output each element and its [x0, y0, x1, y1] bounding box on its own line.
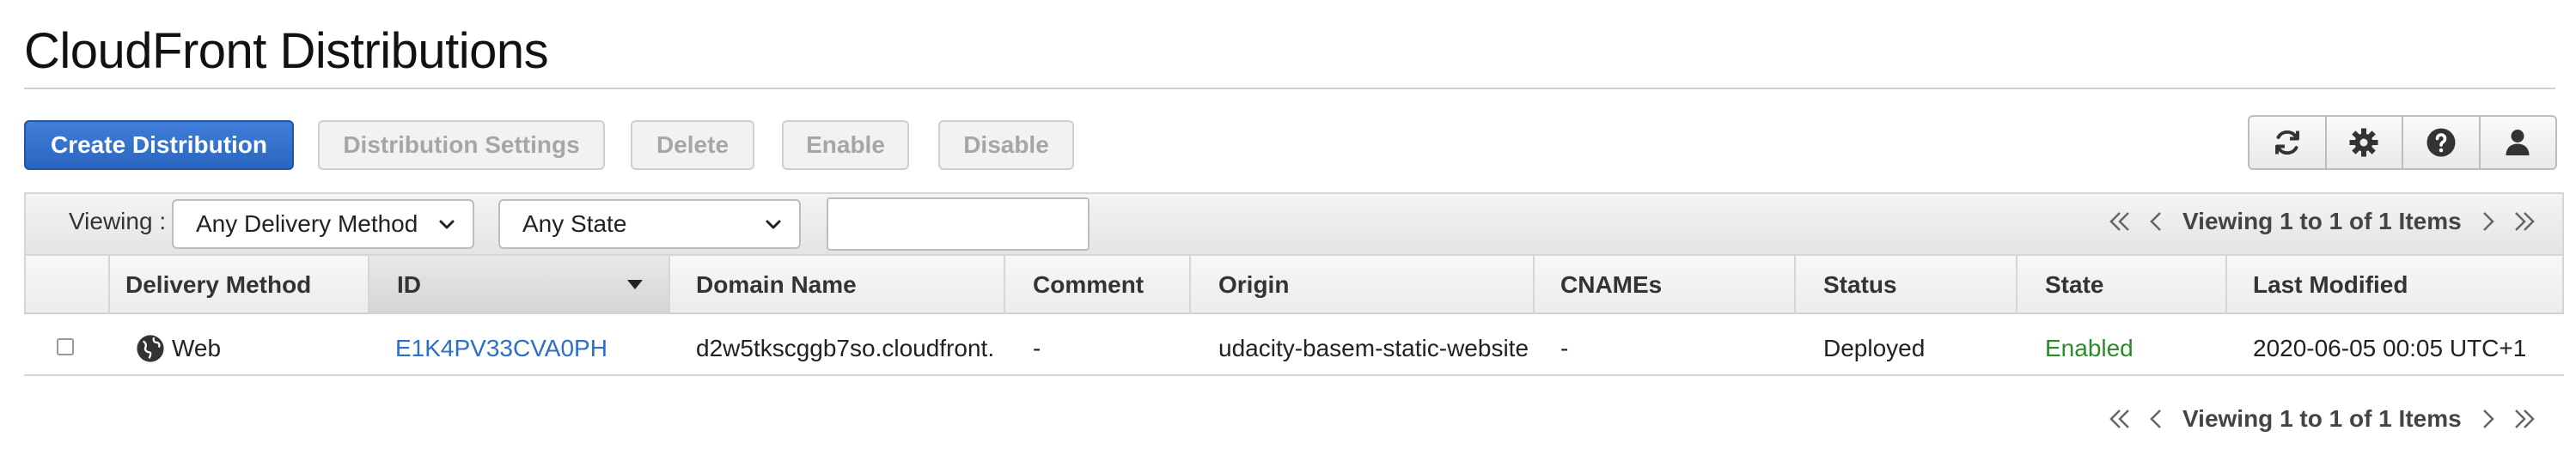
table-cell-domain-name: d2w5tkscggb7so.cloudfront.	[696, 335, 995, 361]
delete-button[interactable]: Delete	[631, 120, 754, 170]
pager-bottom: Viewing 1 to 1 of 1 Items	[2107, 402, 2537, 436]
table-cell-delivery-method: Web	[136, 331, 221, 366]
globe-icon	[137, 335, 164, 362]
delivery-method-select[interactable]: Any Delivery Method	[172, 199, 474, 249]
viewing-label: Viewing :	[69, 208, 167, 234]
last-page-icon[interactable]	[2512, 209, 2537, 234]
table-cell-comment: -	[1033, 335, 1041, 361]
select-all-header	[24, 256, 110, 314]
last-page-icon[interactable]	[2512, 406, 2537, 432]
row-checkbox[interactable]	[57, 338, 74, 355]
refresh-icon	[2274, 130, 2299, 155]
pager-text: Viewing 1 to 1 of 1 Items	[2182, 208, 2462, 234]
table-cell-origin: udacity-basem-static-website	[1218, 335, 1529, 361]
search-input[interactable]	[827, 197, 1090, 251]
table-cell-status: Deployed	[1823, 335, 1926, 361]
column-header-comment[interactable]: Comment	[1005, 256, 1191, 314]
column-header-cnames[interactable]: CNAMEs	[1535, 256, 1796, 314]
refresh-button[interactable]	[2249, 117, 2327, 168]
column-header-state[interactable]: State	[2017, 256, 2227, 314]
chevron-down-icon	[766, 220, 781, 229]
help-icon	[2426, 128, 2456, 157]
column-header-delivery-method[interactable]: Delivery Method	[110, 256, 369, 314]
next-page-icon[interactable]	[2475, 209, 2501, 234]
column-header-origin[interactable]: Origin	[1191, 256, 1535, 314]
first-page-icon[interactable]	[2107, 406, 2133, 432]
column-header-last-modified[interactable]: Last Modified	[2227, 256, 2564, 314]
disable-button[interactable]: Disable	[938, 120, 1074, 170]
pager-top: Viewing 1 to 1 of 1 Items	[2107, 204, 2537, 239]
row-divider	[24, 374, 2564, 376]
enable-button[interactable]: Enable	[782, 120, 909, 170]
first-page-icon[interactable]	[2107, 209, 2133, 234]
chevron-down-icon	[439, 220, 455, 229]
delivery-method-value: Any Delivery Method	[196, 210, 418, 237]
user-button[interactable]	[2481, 117, 2556, 168]
next-page-icon[interactable]	[2475, 406, 2501, 432]
column-header-id-label: ID	[397, 271, 421, 298]
table-cell-state: Enabled	[2045, 335, 2133, 361]
table-cell-last-modified: 2020-06-05 00:05 UTC+1	[2253, 335, 2527, 361]
create-distribution-button[interactable]: Create Distribution	[24, 120, 294, 170]
page-title: CloudFront Distributions	[24, 23, 549, 79]
delivery-method-text: Web	[172, 335, 222, 361]
gear-icon	[2349, 128, 2378, 157]
distribution-settings-button[interactable]: Distribution Settings	[318, 120, 605, 170]
distribution-id-link[interactable]: E1K4PV33CVA0PH	[395, 331, 607, 366]
table-cell-cnames: -	[1560, 335, 1569, 361]
settings-button[interactable]	[2327, 117, 2403, 168]
column-header-id[interactable]: ID	[369, 256, 670, 314]
state-select[interactable]: Any State	[498, 199, 801, 249]
column-header-status[interactable]: Status	[1796, 256, 2017, 314]
title-divider	[24, 88, 2555, 89]
pager-text: Viewing 1 to 1 of 1 Items	[2182, 405, 2462, 432]
previous-page-icon[interactable]	[2143, 209, 2169, 234]
user-icon	[2506, 130, 2530, 155]
state-value: Any State	[522, 210, 627, 237]
column-header-domain-name[interactable]: Domain Name	[670, 256, 1005, 314]
previous-page-icon[interactable]	[2143, 406, 2169, 432]
help-button[interactable]	[2403, 117, 2481, 168]
toolbar-icon-group	[2248, 115, 2557, 170]
sort-desc-icon	[627, 280, 643, 289]
